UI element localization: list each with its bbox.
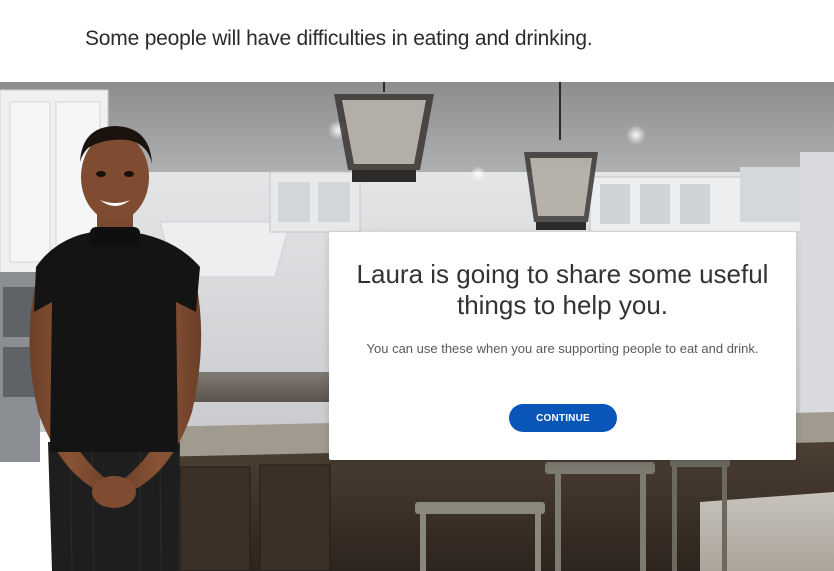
dialog-title: Laura is going to share some useful thin… [356, 259, 769, 320]
dialog-body-text: You can use these when you are supportin… [366, 341, 759, 356]
header-text: Some people will have difficulties in ea… [85, 27, 593, 50]
header-bar: Some people will have difficulties in ea… [0, 0, 834, 82]
intro-dialog: Laura is going to share some useful thin… [329, 232, 796, 460]
page: Some people will have difficulties in ea… [0, 0, 834, 571]
continue-button[interactable]: CONTINUE [509, 404, 617, 432]
pendant-lamp-left [334, 82, 434, 182]
